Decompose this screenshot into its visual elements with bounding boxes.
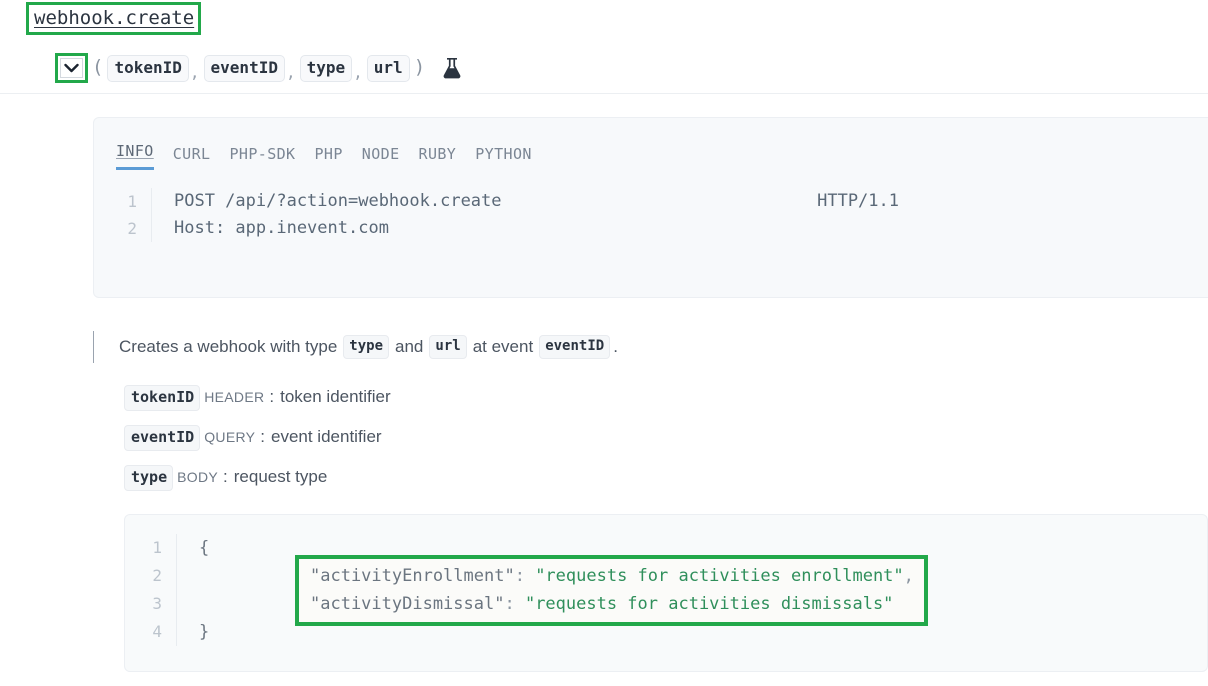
- line-number: 4: [152, 622, 162, 641]
- json-body: 1 2 3 4 { } "activityEnrollment": "reque…: [125, 515, 1207, 646]
- parameter-name: type: [124, 465, 174, 491]
- language-tabs: INFO CURL PHP-SDK PHP NODE RUBY PYTHON: [94, 118, 1208, 170]
- description-code-eventid: eventID: [539, 335, 611, 359]
- parameter-name: tokenID: [124, 385, 201, 411]
- tab-node[interactable]: NODE: [362, 145, 400, 170]
- api-doc-page: webhook.create ( tokenID , eventID , typ…: [0, 0, 1208, 686]
- json-code-lines: { } "activityEnrollment": "requests for …: [177, 534, 1207, 646]
- tab-php[interactable]: PHP: [314, 145, 342, 170]
- signature-param-eventid[interactable]: eventID: [203, 54, 285, 82]
- signature-param-tokenid[interactable]: tokenID: [107, 54, 189, 82]
- endpoint-title-highlight: webhook.create: [26, 2, 202, 35]
- json-line-numbers: 1 2 3 4: [125, 534, 177, 646]
- parameter-colon: :: [260, 427, 265, 446]
- json-entry-activity-enrollment: "activityEnrollment": "requests for acti…: [310, 562, 914, 590]
- signature-close-paren: ): [413, 55, 426, 78]
- description-code-type: type: [343, 335, 390, 359]
- tab-curl[interactable]: CURL: [173, 145, 211, 170]
- green-highlight-box-title: webhook.create: [26, 2, 202, 35]
- parameter-location: HEADER: [204, 389, 265, 405]
- tab-ruby[interactable]: RUBY: [419, 145, 457, 170]
- json-comma: ,: [903, 566, 914, 586]
- parameter-colon: :: [223, 467, 228, 486]
- parameter-colon: :: [269, 387, 275, 406]
- parameter-row-tokenid: tokenID HEADER : token identifier: [124, 385, 391, 425]
- endpoint-description: Creates a webhook with type type and url…: [93, 331, 618, 363]
- tab-info[interactable]: INFO: [116, 142, 154, 170]
- signature-separator: ,: [285, 63, 296, 82]
- parameter-description: event identifier: [271, 427, 382, 446]
- json-sample-panel: 1 2 3 4 { } "activityEnrollment": "reque…: [124, 514, 1208, 672]
- request-code-lines: POST /api/?action=webhook.create HTTP/1.…: [152, 188, 1208, 242]
- description-code-url: url: [429, 335, 467, 359]
- code-line: Host: app.inevent.com: [174, 215, 1208, 242]
- code-line-protocol: HTTP/1.1: [817, 191, 899, 211]
- top-divider: [0, 93, 1208, 94]
- description-text-part1: Creates a webhook with type: [119, 337, 338, 356]
- description-text-part3: at event: [472, 337, 534, 356]
- code-line: POST /api/?action=webhook.create HTTP/1.…: [174, 188, 1208, 215]
- json-colon: :: [504, 594, 525, 614]
- parameter-description: request type: [233, 467, 328, 486]
- code-line-text: POST /api/?action=webhook.create: [174, 191, 502, 211]
- signature-open-paren: (: [92, 55, 104, 78]
- json-key: "activityDismissal": [310, 594, 505, 614]
- request-line-numbers: 1 2: [94, 188, 152, 242]
- request-code-panel: INFO CURL PHP-SDK PHP NODE RUBY PYTHON 1…: [93, 117, 1208, 298]
- json-value: "requests for activities enrollment": [535, 566, 904, 586]
- description-text-part2: and: [395, 337, 424, 356]
- signature-separator: ,: [189, 63, 200, 82]
- parameter-location: QUERY: [204, 429, 256, 445]
- json-key: "activityEnrollment": [310, 566, 515, 586]
- code-line-text: Host: app.inevent.com: [174, 218, 389, 238]
- flask-icon[interactable]: [441, 56, 463, 80]
- parameter-location: BODY: [177, 469, 219, 485]
- request-code-body: 1 2 POST /api/?action=webhook.create HTT…: [94, 170, 1208, 242]
- parameter-list: tokenID HEADER : token identifier eventI…: [124, 385, 391, 505]
- parameter-name: eventID: [124, 425, 201, 451]
- json-colon: :: [514, 566, 536, 586]
- line-number: 2: [152, 566, 162, 585]
- endpoint-signature: ( tokenID , eventID , type , url ): [55, 50, 463, 86]
- signature-separator: ,: [353, 63, 363, 82]
- line-number: 1: [152, 538, 162, 557]
- line-number: 1: [127, 192, 137, 211]
- description-text-period: .: [613, 337, 618, 356]
- json-value: "requests for activities dismissals": [524, 594, 894, 614]
- tab-python[interactable]: PYTHON: [475, 145, 532, 170]
- signature-param-url[interactable]: url: [366, 54, 410, 82]
- json-entry-activity-dismissal: "activityDismissal": "requests for activ…: [310, 590, 914, 618]
- parameter-description: token identifier: [280, 387, 391, 406]
- parameter-row-type: type BODY : request type: [124, 465, 391, 505]
- green-highlight-box-json: "activityEnrollment": "requests for acti…: [295, 555, 928, 626]
- line-number: 3: [152, 594, 162, 613]
- chevron-down-icon: [64, 63, 79, 73]
- parameter-row-eventid: eventID QUERY : event identifier: [124, 425, 391, 465]
- endpoint-title-link[interactable]: webhook.create: [29, 5, 198, 32]
- green-highlight-box-expand: [55, 53, 88, 83]
- signature-param-type[interactable]: type: [299, 54, 353, 82]
- line-number: 2: [127, 219, 137, 238]
- tab-php-sdk[interactable]: PHP-SDK: [229, 145, 295, 170]
- expand-toggle-button[interactable]: [60, 58, 83, 78]
